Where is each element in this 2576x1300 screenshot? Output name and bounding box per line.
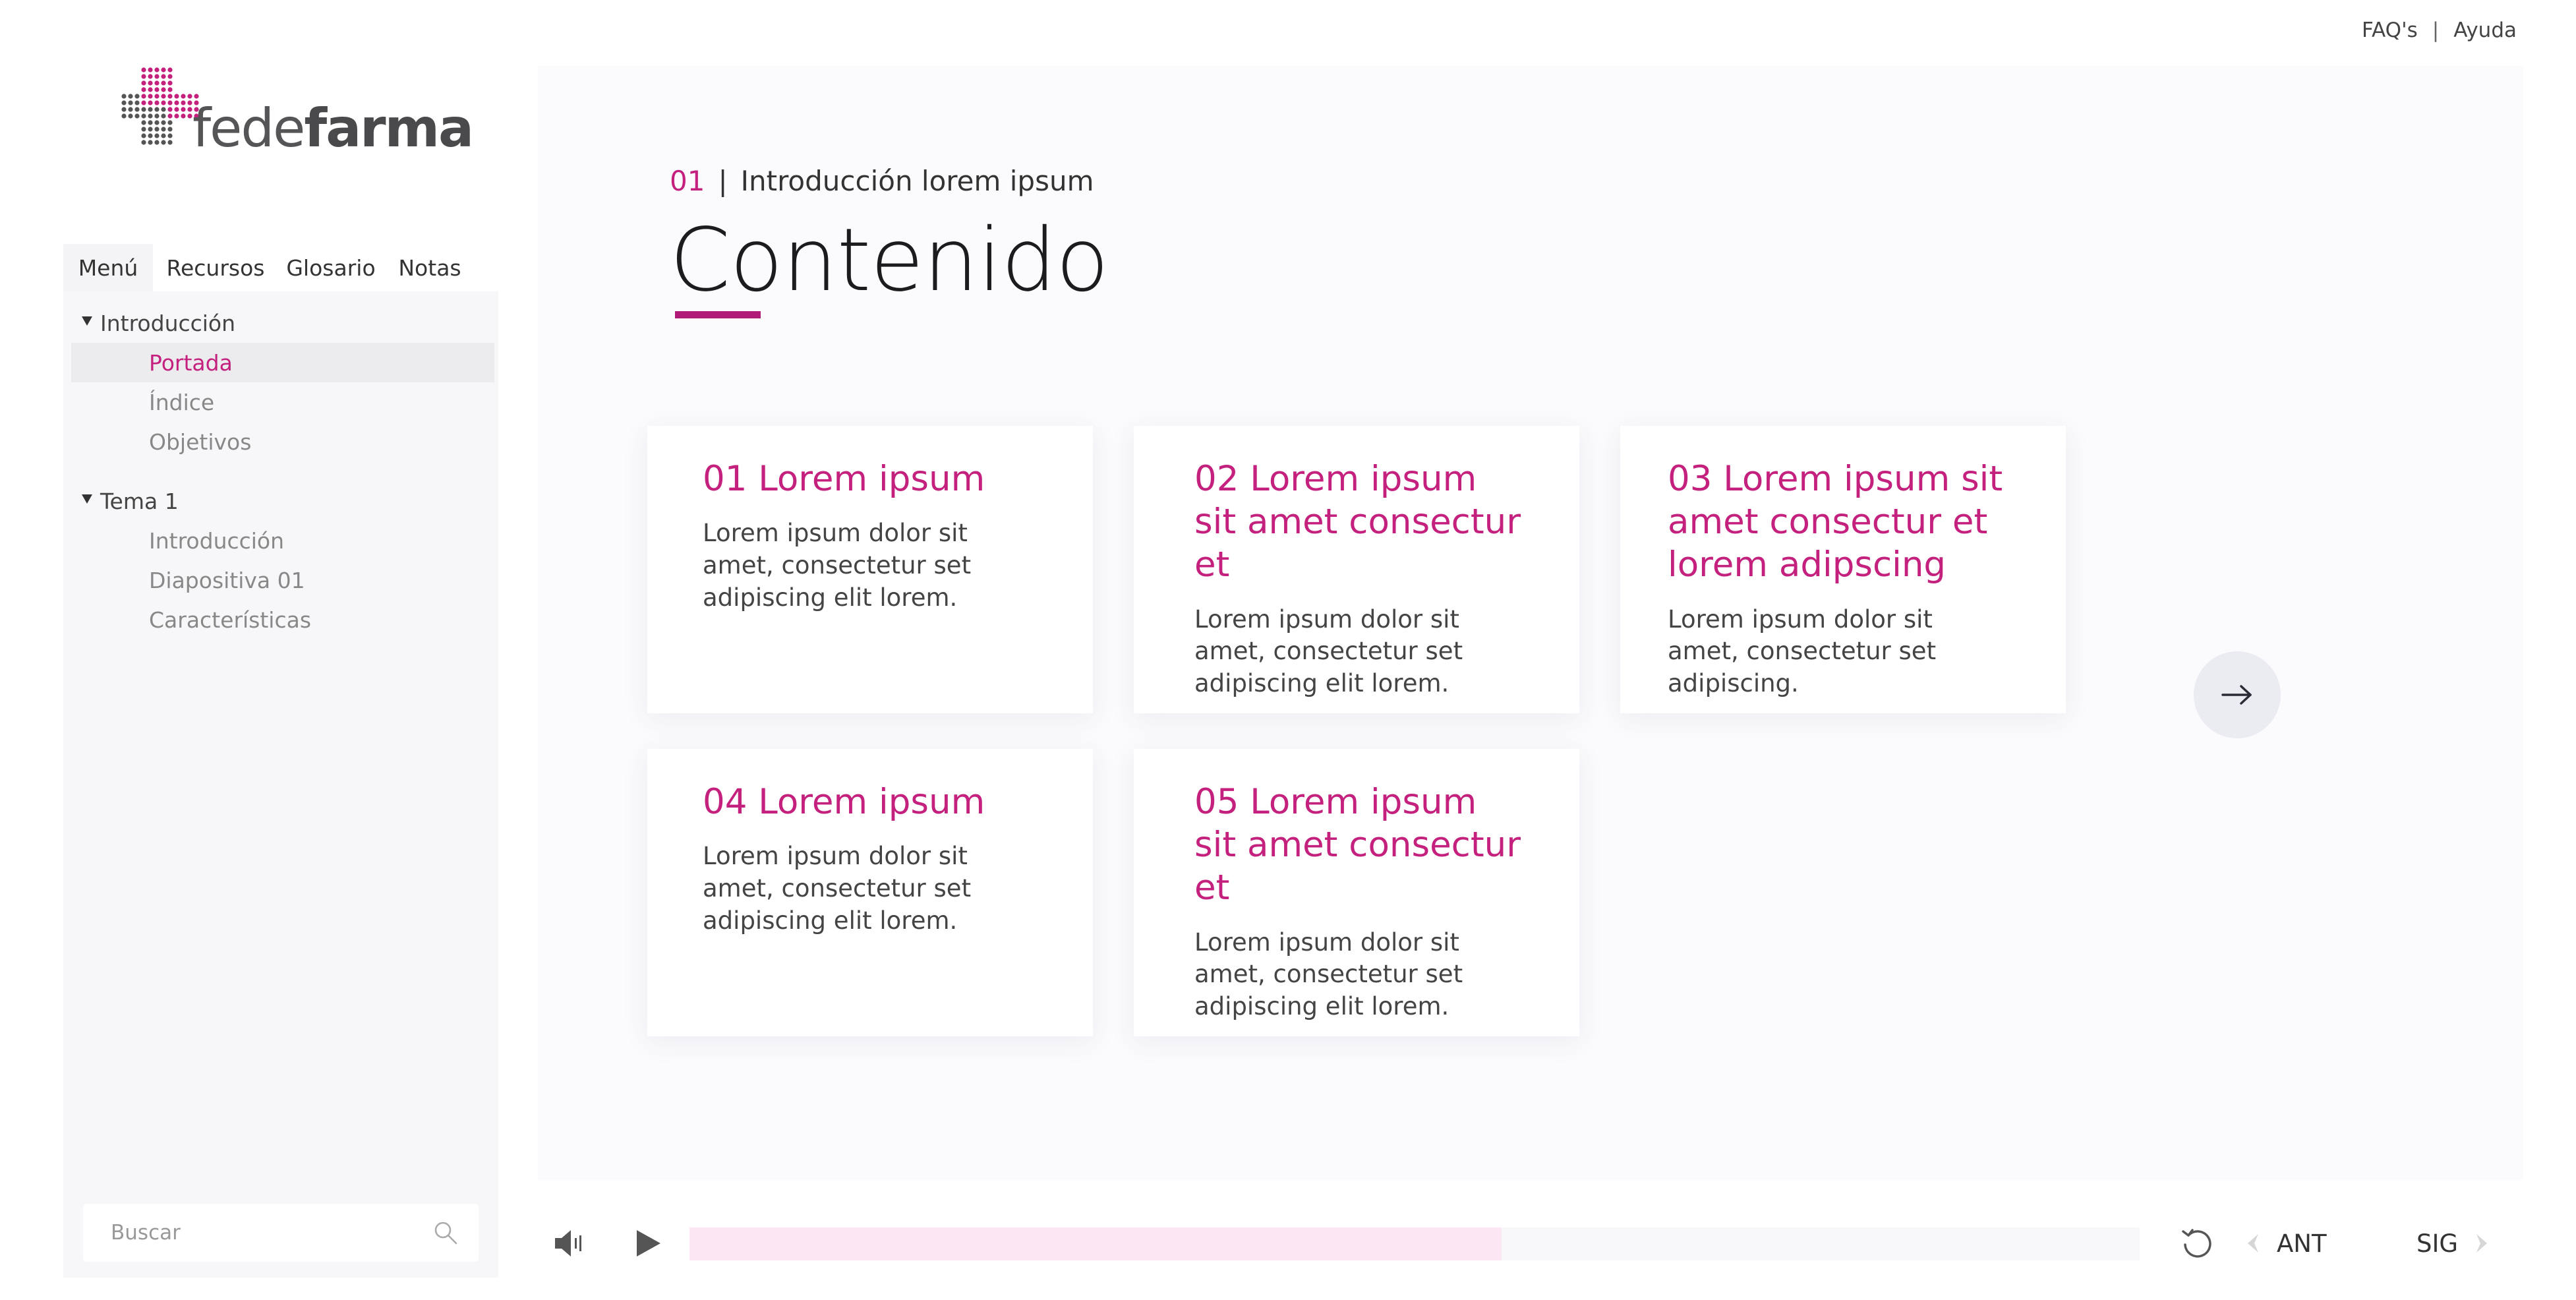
page-title: Contenido	[670, 210, 1109, 311]
faqs-link[interactable]: FAQ's	[2362, 18, 2418, 42]
next-label: SIG	[2416, 1229, 2459, 1258]
section-number: 01	[670, 165, 705, 197]
replay-icon[interactable]	[2179, 1225, 2216, 1262]
help-link[interactable]: Ayuda	[2453, 18, 2517, 42]
chevron-left-icon	[2248, 1234, 2258, 1253]
card-title: 01 Lorem ipsum	[703, 459, 985, 499]
tree-item-objetivos[interactable]: Objetivos	[63, 422, 498, 461]
progress-bar[interactable]	[689, 1227, 2140, 1260]
previous-label: ANT	[2277, 1229, 2327, 1258]
expand-triangle-icon	[82, 494, 92, 504]
tree-item-introduccion[interactable]: Introducción	[63, 521, 498, 560]
volume-icon[interactable]	[552, 1227, 585, 1259]
logo-text-bold: farma	[304, 98, 474, 159]
tree-group-label: Tema 1	[100, 488, 179, 514]
main-content: 01 | Introducción lorem ipsum Contenido …	[538, 66, 2523, 1180]
tree-item-diapositiva-01[interactable]: Diapositiva 01	[63, 560, 498, 600]
previous-button[interactable]: ANT	[2245, 1226, 2327, 1260]
card-title: 02 Lorem ipsum sit amet consectur et	[1194, 459, 1521, 585]
search-input[interactable]	[111, 1221, 432, 1245]
content-card-02[interactable]: 02 Lorem ipsum sit amet consectur et Lor…	[1134, 426, 1579, 713]
card-body: Lorem ipsum dolor sit amet, consectetur …	[703, 519, 972, 612]
fedefarma-logo: fedefarma	[120, 66, 474, 165]
tree-item-caracteristicas[interactable]: Características	[63, 600, 498, 639]
section-separator: |	[718, 165, 728, 197]
logo-text-light: fede	[192, 98, 305, 159]
top-links: FAQ's | Ayuda	[2362, 18, 2517, 42]
card-title: 05 Lorem ipsum sit amet consectur et	[1194, 782, 1521, 908]
sidebar-tabs: Menú Recursos Glosario Notas	[63, 244, 498, 291]
content-card-04[interactable]: 04 Lorem ipsum Lorem ipsum dolor sit ame…	[647, 749, 1093, 1036]
next-cards-button[interactable]	[2194, 651, 2281, 738]
section-heading: 01 | Introducción lorem ipsum	[670, 165, 1094, 197]
card-body: Lorem ipsum dolor sit amet, consectetur …	[1194, 928, 1463, 1021]
play-icon[interactable]	[631, 1227, 663, 1259]
progress-fill	[689, 1227, 1502, 1260]
tab-recursos[interactable]: Recursos	[153, 244, 278, 291]
content-card-05[interactable]: 05 Lorem ipsum sit amet consectur et Lor…	[1134, 749, 1579, 1036]
search-icon[interactable]	[432, 1220, 459, 1246]
top-links-separator: |	[2432, 18, 2440, 42]
section-title: Introducción lorem ipsum	[740, 165, 1094, 197]
card-body: Lorem ipsum dolor sit amet, consectetur …	[1194, 605, 1463, 698]
sidebar: Menú Recursos Glosario Notas Introducció…	[63, 244, 498, 1278]
content-card-03[interactable]: 03 Lorem ipsum sit amet consectur et lor…	[1620, 426, 2066, 713]
chevron-right-icon	[2476, 1234, 2488, 1253]
arrow-right-icon	[2221, 685, 2252, 705]
tree-item-portada[interactable]: Portada	[71, 343, 494, 382]
tab-menu[interactable]: Menú	[63, 244, 153, 291]
expand-triangle-icon	[82, 316, 92, 326]
card-title: 04 Lorem ipsum	[703, 782, 985, 822]
card-body: Lorem ipsum dolor sit amet, consectetur …	[703, 842, 972, 935]
title-underline	[675, 311, 761, 318]
tree-group-label: Introducción	[100, 310, 236, 336]
card-body: Lorem ipsum dolor sit amet, consectetur …	[1668, 605, 1937, 698]
tab-notas[interactable]: Notas	[384, 244, 476, 291]
tree-group-introduccion[interactable]: Introducción	[63, 303, 498, 343]
tree-group-tema-1[interactable]: Tema 1	[63, 481, 498, 521]
player-bar: ANT SIG	[538, 1213, 2523, 1272]
content-card-01[interactable]: 01 Lorem ipsum Lorem ipsum dolor sit ame…	[647, 426, 1093, 713]
next-button[interactable]: SIG	[2416, 1226, 2490, 1260]
tab-glosario[interactable]: Glosario	[278, 244, 384, 291]
menu-tree: Introducción Portada Índice Objetivos Te…	[63, 303, 498, 639]
logo-wordmark: fedefarma	[192, 102, 474, 155]
tree-item-indice[interactable]: Índice	[63, 382, 498, 422]
search-box	[83, 1204, 479, 1262]
card-title: 03 Lorem ipsum sit amet consectur et lor…	[1668, 459, 2003, 585]
